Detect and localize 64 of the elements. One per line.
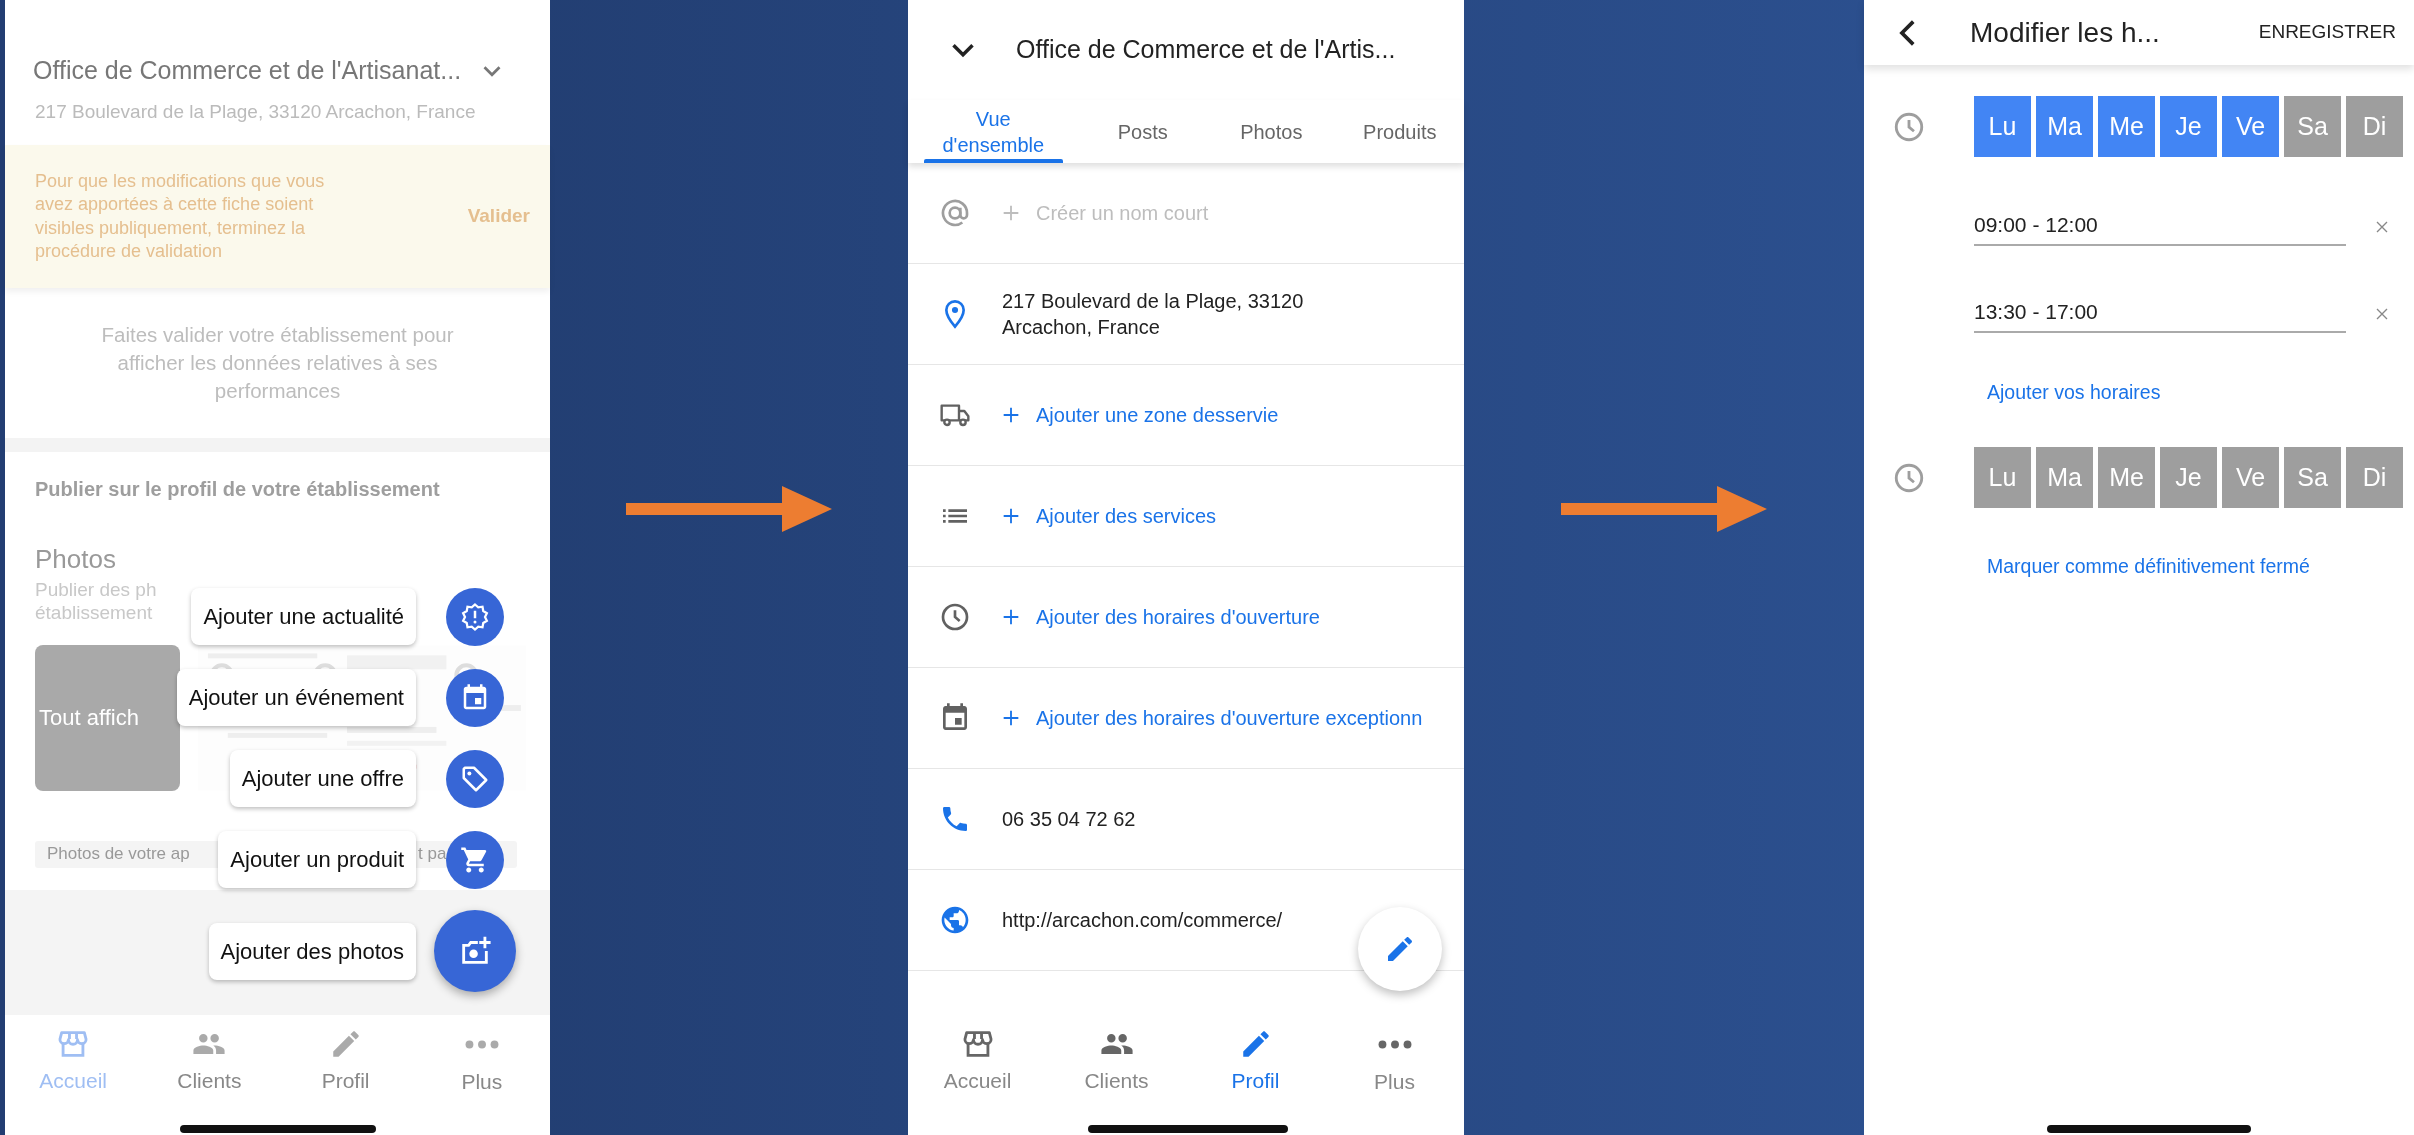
nav-tab[interactable]: Accueil xyxy=(5,1015,142,1135)
action-label[interactable]: Ajouter une actualité xyxy=(191,588,416,645)
mini-fab-button[interactable] xyxy=(446,587,504,646)
add-link[interactable]: Ajouter des horaires d'ouverture xyxy=(1036,604,1320,630)
photos-heading: Photos xyxy=(35,543,117,576)
day-toggle[interactable]: Ma xyxy=(2036,96,2093,157)
add-link[interactable]: Ajouter des services xyxy=(1036,503,1217,529)
info-text: 06 35 04 72 62 xyxy=(1002,807,1136,832)
nav-tab[interactable]: Plus xyxy=(1325,1015,1464,1135)
alert-badge-icon xyxy=(460,601,490,632)
nav-tab[interactable]: Clients xyxy=(141,1015,278,1135)
day-toggle[interactable]: Sa xyxy=(2284,447,2341,509)
action-label[interactable]: Ajouter un produit xyxy=(218,831,416,888)
mini-fab-button[interactable] xyxy=(446,830,504,889)
day-toggle[interactable]: Lu xyxy=(1974,447,2031,509)
more-icon xyxy=(1377,1040,1412,1049)
performance-note: Faites valider votre établissement pour afficher les données relatives à ses performances xyxy=(100,322,455,404)
business-title: Office de Commerce et de l'Artis... xyxy=(1016,34,1396,66)
action-label[interactable]: Ajouter un événement xyxy=(176,669,416,726)
caption-field-text: Photos de votre ap xyxy=(47,843,190,866)
day-toggle[interactable]: Me xyxy=(2098,96,2155,157)
day-toggle[interactable]: Ve xyxy=(2222,96,2279,157)
section-title: Publier sur le profil de votre établissement xyxy=(35,477,441,502)
day-toggle[interactable]: Me xyxy=(2098,447,2155,509)
day-toggle[interactable]: Di xyxy=(2346,447,2403,509)
day-toggle[interactable]: Sa xyxy=(2284,96,2341,157)
time-field[interactable]: 13:30 - 17:00 xyxy=(1974,275,2346,334)
nav-tab[interactable]: Clients xyxy=(1047,1015,1186,1135)
show-all-tile[interactable]: Tout affich xyxy=(35,644,181,791)
save-button[interactable]: ENREGISTRER xyxy=(2258,18,2396,47)
business-title: Office de Commerce et de l'Artisanat... xyxy=(33,55,462,86)
banner-message: Pour que les modifications que vous avez apportées à cette fiche soient visibles publiquement, terminez la procédure de validation xyxy=(35,169,326,263)
screen-title: Modifier les h... xyxy=(1970,15,2160,50)
day-toggle[interactable]: Je xyxy=(2160,96,2217,157)
nav-tab[interactable]: Accueil xyxy=(908,1015,1047,1135)
time-field[interactable]: 09:00 - 12:00 xyxy=(1974,188,2346,247)
tab[interactable]: Posts xyxy=(1078,100,1208,163)
day-toggle[interactable]: Lu xyxy=(1974,96,2031,157)
close-permanently-link[interactable]: Marquer comme définitivement fermé xyxy=(1987,552,2310,582)
day-toggle[interactable]: Ma xyxy=(2036,447,2093,509)
add-link[interactable]: Créer un nom court xyxy=(1036,200,1209,226)
edit-button[interactable] xyxy=(1358,907,1442,991)
business-address: 217 Boulevard de la Plage, 33120 Arcachon, France xyxy=(34,99,477,124)
info-text: 217 Boulevard de la Plage, 33120 Arcachon, France xyxy=(1002,289,1305,340)
at-sign-icon xyxy=(939,197,971,229)
nav-tab[interactable]: Profil xyxy=(277,1015,414,1135)
action-label[interactable]: Ajouter une offre xyxy=(229,750,416,807)
day-toggle[interactable]: Ve xyxy=(2222,447,2279,509)
info-text: http://arcachon.com/commerce/ xyxy=(1002,908,1283,933)
globe-icon xyxy=(939,904,971,936)
nav-tab[interactable]: Plus xyxy=(413,1015,550,1135)
nav-tab[interactable]: Profil xyxy=(1186,1015,1325,1135)
tab[interactable]: Produits xyxy=(1335,100,1464,163)
add-link[interactable]: Ajouter une zone desservie xyxy=(1036,402,1279,428)
caption-field-text: t pa xyxy=(418,843,447,866)
add-hours-link[interactable]: Ajouter vos horaires xyxy=(1987,378,2161,408)
action-label[interactable]: Ajouter des photos xyxy=(208,922,416,980)
tab[interactable]: Vue d'ensemble xyxy=(908,100,1079,163)
more-icon xyxy=(464,1040,499,1049)
add-link[interactable]: Ajouter des horaires d'ouverture exceptionn xyxy=(1036,705,1423,731)
day-toggle[interactable]: Je xyxy=(2160,447,2217,509)
day-toggle[interactable]: Di xyxy=(2346,96,2403,157)
clock-icon xyxy=(939,601,971,633)
tab[interactable]: Photos xyxy=(1207,100,1336,163)
